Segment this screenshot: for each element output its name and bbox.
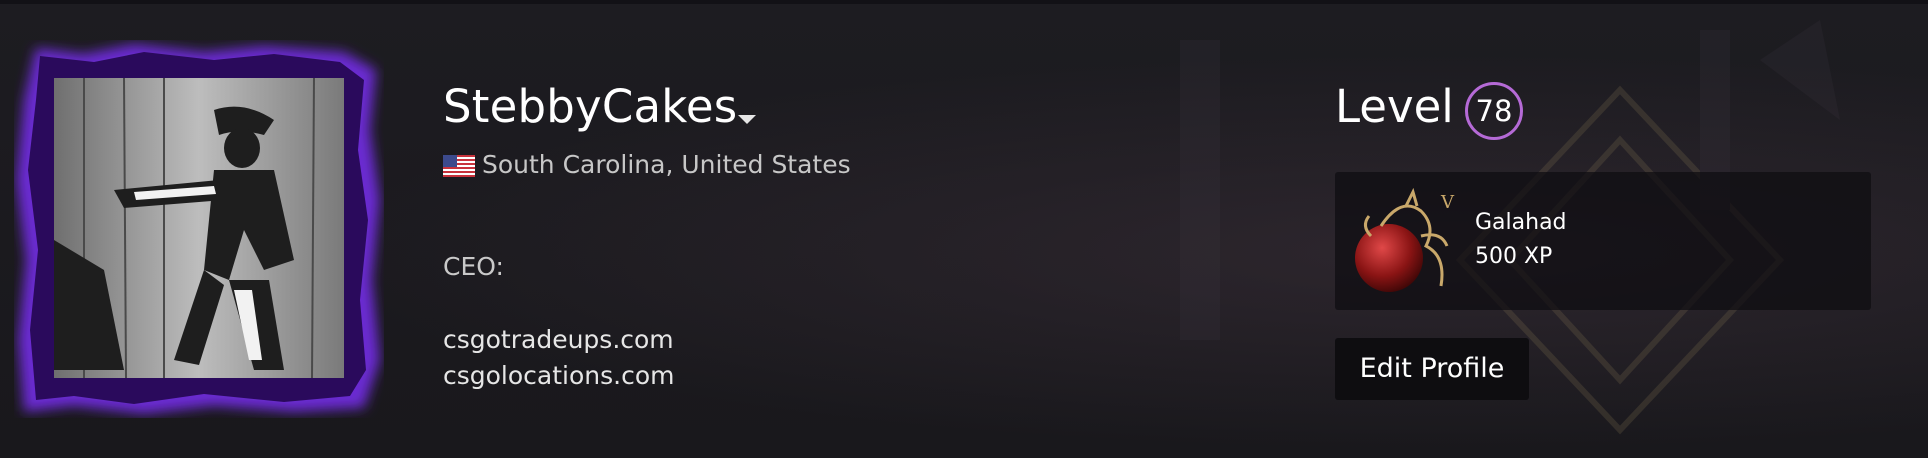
caret-down-icon[interactable] bbox=[736, 112, 758, 126]
persona-name[interactable]: StebbyCakes bbox=[443, 80, 737, 133]
avatar[interactable] bbox=[14, 40, 384, 418]
dragon-badge-icon: V bbox=[1355, 187, 1455, 292]
edit-profile-button[interactable]: Edit Profile bbox=[1335, 338, 1529, 400]
avatar-image bbox=[16, 44, 380, 414]
summary-heading: CEO: bbox=[443, 252, 504, 281]
level-label: Level bbox=[1335, 80, 1454, 133]
badge-xp: 500 XP bbox=[1475, 244, 1553, 269]
badge-name: Galahad bbox=[1475, 210, 1567, 235]
level-badge[interactable]: 78 bbox=[1465, 82, 1523, 140]
featured-badge[interactable]: V Galahad 500 XP bbox=[1335, 172, 1871, 310]
profile-header: StebbyCakes South Carolina, United State… bbox=[0, 0, 1928, 458]
us-flag-icon bbox=[443, 155, 475, 177]
svg-text:V: V bbox=[1440, 192, 1455, 213]
summary-link: csgolocations.com bbox=[443, 361, 675, 390]
profile-location: South Carolina, United States bbox=[482, 150, 851, 179]
summary-link: csgotradeups.com bbox=[443, 325, 674, 354]
